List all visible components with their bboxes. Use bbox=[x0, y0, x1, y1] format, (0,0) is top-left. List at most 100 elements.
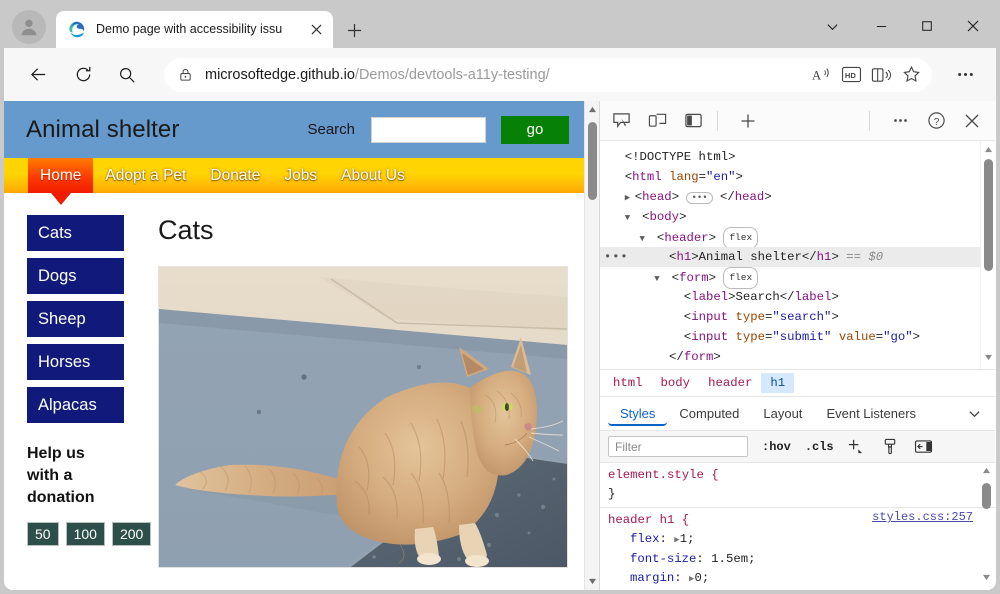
computed-sidebar-toggle-icon[interactable] bbox=[912, 436, 936, 458]
styles-scroll-thumb[interactable] bbox=[982, 483, 991, 509]
sidebar-item-cats[interactable]: Cats bbox=[27, 215, 124, 251]
address-bar[interactable]: microsoftedge.github.io/Demos/devtools-a… bbox=[164, 58, 932, 92]
profile-button[interactable] bbox=[12, 10, 46, 44]
styles-rules-pane[interactable]: element.style {}header h1 {styles.css:25… bbox=[600, 463, 995, 590]
nav-item-home[interactable]: Home bbox=[28, 158, 93, 193]
styles-scroll-up-icon[interactable] bbox=[980, 463, 993, 477]
device-emulation-icon[interactable] bbox=[642, 107, 672, 135]
breadcrumb-h1[interactable]: h1 bbox=[761, 373, 794, 393]
css-rule[interactable]: header h1 {styles.css:257flex: ▶1;font-s… bbox=[600, 507, 995, 589]
add-panel-button[interactable] bbox=[733, 107, 763, 135]
dom-node[interactable]: </header> bbox=[600, 367, 995, 369]
sidebar-item-alpacas[interactable]: Alpacas bbox=[27, 387, 124, 423]
dom-node[interactable]: ▼ <form> flex bbox=[600, 267, 995, 287]
dom-scroll-thumb[interactable] bbox=[984, 159, 993, 271]
close-window-icon[interactable] bbox=[950, 4, 996, 48]
flex-badge[interactable]: flex bbox=[723, 267, 758, 289]
nav-item-adopt-a-pet[interactable]: Adopt a Pet bbox=[93, 158, 198, 193]
back-button[interactable] bbox=[22, 58, 56, 92]
sidebar-item-sheep[interactable]: Sheep bbox=[27, 301, 124, 337]
css-selector[interactable]: header h1 {styles.css:257 bbox=[608, 511, 985, 530]
site-search-submit-button[interactable]: go bbox=[501, 116, 569, 144]
breadcrumb-body[interactable]: body bbox=[652, 373, 700, 393]
page-scroll-thumb[interactable] bbox=[588, 122, 597, 200]
maximize-icon[interactable] bbox=[904, 4, 950, 48]
favorite-star-icon[interactable] bbox=[896, 60, 926, 90]
css-declaration[interactable]: margin: ▶0; bbox=[608, 569, 985, 589]
cls-toggle[interactable]: .cls bbox=[805, 440, 834, 454]
page-scroll-down-icon[interactable] bbox=[585, 573, 600, 590]
styles-scroll-down-icon[interactable] bbox=[980, 570, 993, 584]
dom-node[interactable]: ▼ <body> bbox=[600, 207, 995, 227]
browser-settings-ellipsis-icon[interactable] bbox=[948, 58, 982, 92]
page-scroll-up-icon[interactable] bbox=[585, 101, 600, 118]
inspect-element-icon[interactable] bbox=[606, 107, 636, 135]
breadcrumb-html[interactable]: html bbox=[604, 373, 652, 393]
collapsed-children-icon[interactable]: ••• bbox=[686, 192, 712, 204]
dom-node[interactable]: </form> bbox=[600, 347, 995, 367]
css-rule[interactable]: element.style {} bbox=[600, 466, 995, 504]
refresh-button[interactable] bbox=[66, 58, 100, 92]
dom-scroll-up-icon[interactable] bbox=[981, 141, 995, 157]
tab-event-listeners[interactable]: Event Listeners bbox=[814, 401, 928, 426]
dom-tree[interactable]: <!DOCTYPE html> <html lang="en"> ▶<head>… bbox=[600, 141, 995, 369]
site-search-input[interactable] bbox=[371, 117, 486, 143]
more-panels-chevron-down-icon[interactable] bbox=[959, 400, 989, 428]
css-declaration[interactable]: font-size: 1.5em; bbox=[608, 550, 985, 569]
hov-toggle[interactable]: :hov bbox=[762, 440, 791, 454]
hd-badge-icon[interactable]: HD bbox=[836, 60, 866, 90]
breadcrumb-header[interactable]: header bbox=[699, 373, 761, 393]
nav-item-donate[interactable]: Donate bbox=[198, 158, 272, 193]
immersive-reader-icon[interactable] bbox=[866, 60, 896, 90]
expand-shorthand-icon[interactable]: ▶ bbox=[674, 531, 679, 550]
collapse-triangle-icon[interactable]: ▼ bbox=[654, 269, 664, 289]
toolbar-divider-2 bbox=[869, 111, 870, 131]
dom-node[interactable]: ▼ <header> flex bbox=[600, 227, 995, 247]
new-style-rule-icon[interactable] bbox=[844, 436, 868, 458]
dom-node[interactable]: <input type="search"> bbox=[600, 307, 995, 327]
minimize-icon[interactable] bbox=[858, 4, 904, 48]
dom-node-selected[interactable]: ••• <h1>Animal shelter</h1> == $0 bbox=[600, 247, 995, 267]
collapse-triangle-icon[interactable]: ▼ bbox=[640, 229, 650, 249]
dom-node-more-icon[interactable]: ••• bbox=[604, 247, 629, 267]
tab-actions-chevron-icon[interactable] bbox=[806, 4, 858, 48]
tab-styles[interactable]: Styles bbox=[608, 401, 667, 426]
dom-scroll-down-icon[interactable] bbox=[981, 349, 995, 365]
page-scrollbar[interactable] bbox=[584, 101, 599, 590]
expand-shorthand-icon[interactable]: ▶ bbox=[689, 570, 694, 589]
css-selector[interactable]: element.style { bbox=[608, 466, 985, 485]
expand-triangle-icon[interactable]: ▶ bbox=[625, 188, 635, 208]
browser-tab[interactable]: Demo page with accessibility issu bbox=[56, 11, 333, 48]
devtools-more-tools-ellipsis-icon[interactable] bbox=[885, 107, 915, 135]
sidebar-item-horses[interactable]: Horses bbox=[27, 344, 124, 380]
element-classes-paint-icon[interactable] bbox=[878, 436, 902, 458]
toolbar-search-button[interactable] bbox=[110, 58, 144, 92]
dom-node[interactable]: <label>Search</label> bbox=[600, 287, 995, 307]
dom-node[interactable]: <!DOCTYPE html> bbox=[600, 147, 995, 167]
css-declaration[interactable]: flex: ▶1; bbox=[608, 530, 985, 550]
dom-node[interactable]: <html lang="en"> bbox=[600, 167, 995, 187]
close-tab-icon[interactable] bbox=[306, 19, 327, 40]
dom-node[interactable]: <input type="submit" value="go"> bbox=[600, 327, 995, 347]
collapse-triangle-icon[interactable]: ▼ bbox=[625, 208, 635, 228]
close-devtools-icon[interactable] bbox=[957, 107, 987, 135]
styles-scrollbar[interactable] bbox=[980, 463, 993, 590]
read-aloud-icon[interactable]: A bbox=[806, 60, 836, 90]
dock-panel-icon[interactable] bbox=[678, 107, 708, 135]
devtools-help-icon[interactable]: ? bbox=[921, 107, 951, 135]
nav-item-about-us[interactable]: About Us bbox=[329, 158, 417, 193]
dom-tree-scrollbar[interactable] bbox=[980, 141, 995, 369]
styles-panel-tabs: Styles Computed Layout Event Listeners bbox=[600, 397, 995, 431]
css-source-link[interactable]: styles.css:257 bbox=[872, 508, 973, 527]
donate-amount-100[interactable]: 100 bbox=[66, 522, 105, 546]
donate-amount-50[interactable]: 50 bbox=[27, 522, 59, 546]
sidebar-item-dogs[interactable]: Dogs bbox=[27, 258, 124, 294]
cat-photo-image bbox=[159, 267, 567, 567]
flex-badge[interactable]: flex bbox=[723, 227, 758, 249]
tab-computed[interactable]: Computed bbox=[667, 401, 751, 426]
nav-item-jobs[interactable]: Jobs bbox=[272, 158, 329, 193]
new-tab-button[interactable] bbox=[340, 16, 368, 44]
tab-layout[interactable]: Layout bbox=[751, 401, 814, 426]
styles-filter-input[interactable]: Filter bbox=[608, 436, 748, 457]
dom-node[interactable]: ▶<head> ••• </head> bbox=[600, 187, 995, 207]
